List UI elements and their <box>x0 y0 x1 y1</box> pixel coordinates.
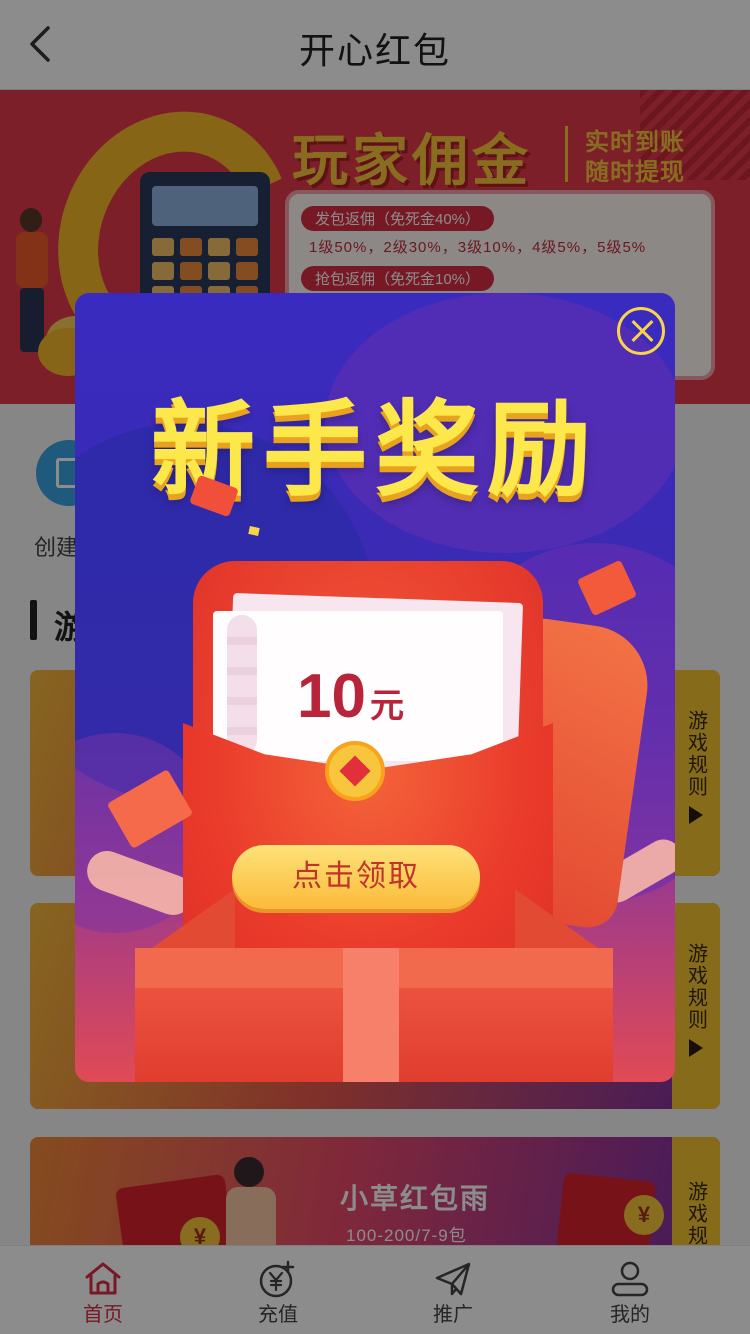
reward-amount: 10 元 <box>297 661 404 732</box>
voucher-stripe <box>227 615 257 755</box>
gift-box-ribbon <box>343 948 399 1082</box>
reward-amount-value: 10 <box>297 662 366 731</box>
reward-amount-unit: 元 <box>369 687 404 725</box>
close-button[interactable] <box>617 307 665 355</box>
claim-button[interactable]: 点击领取 <box>232 845 480 909</box>
envelope-seal-icon <box>325 741 385 801</box>
modal-title: 新手奖励 <box>150 389 599 511</box>
newbie-reward-modal: 新手奖励 10 元 点击领取 <box>75 293 675 1082</box>
